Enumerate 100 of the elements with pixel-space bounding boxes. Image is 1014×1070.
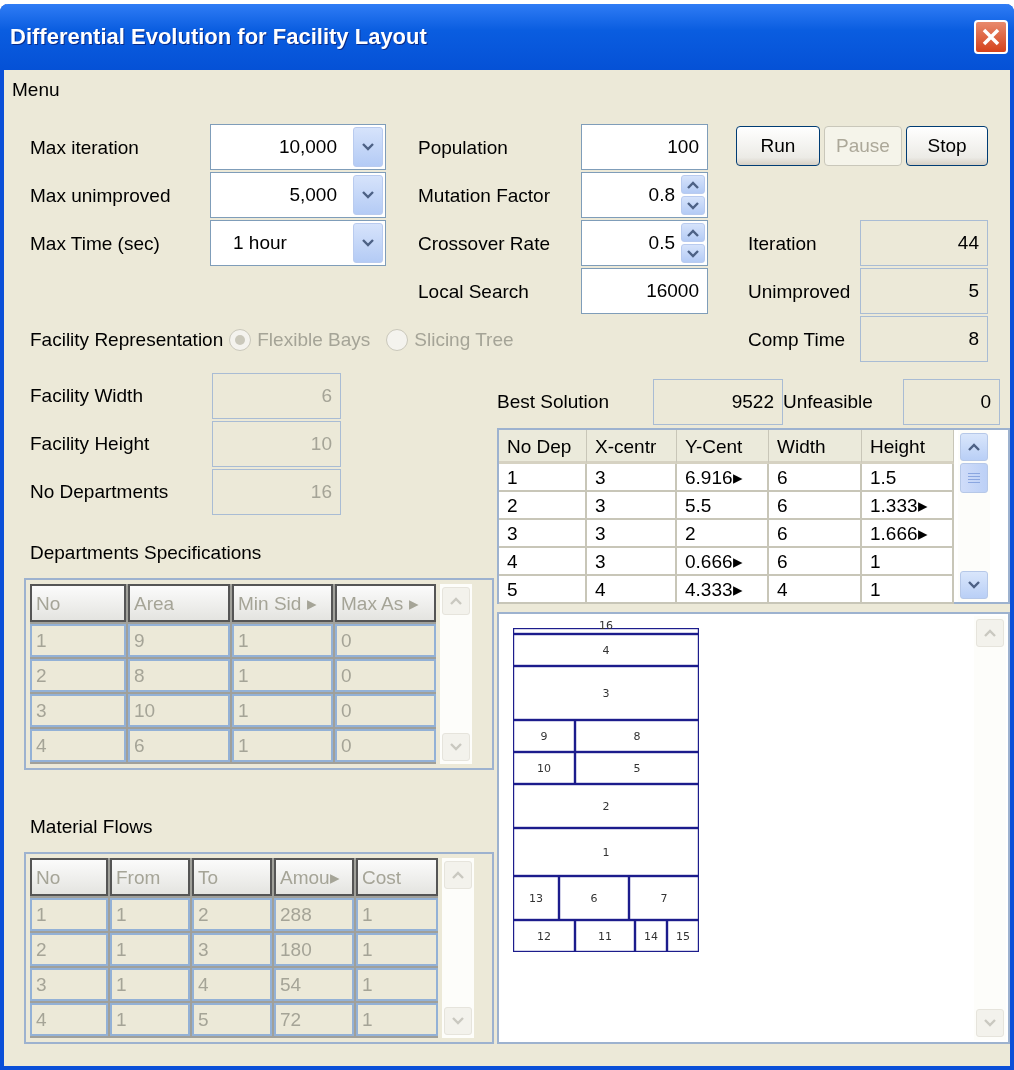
table-cell: 4.333▸ [677, 576, 769, 604]
table-cell: 180 [274, 933, 354, 966]
column-header[interactable]: Height [862, 430, 954, 464]
field-label: Facility Representation [29, 329, 224, 351]
input-field[interactable]: 16000 [581, 268, 708, 314]
table-cell: 1 [862, 548, 954, 576]
field-label: Iteration [747, 232, 818, 256]
table-cell: 1 [110, 1003, 190, 1036]
spin-up-button[interactable] [681, 223, 705, 242]
table-cell: 3 [587, 464, 677, 492]
table-cell: 5.5 [677, 492, 769, 520]
menu-item[interactable]: Menu [12, 79, 60, 101]
department-block: 15 [667, 920, 699, 952]
scrollbar[interactable] [958, 430, 990, 602]
readout-field: 8 [860, 316, 988, 362]
scroll-down-button[interactable] [960, 571, 988, 599]
field-label: Best Solution [497, 391, 610, 413]
table-cell: 3 [192, 933, 272, 966]
column-header[interactable]: Y-Cent [677, 430, 769, 464]
department-block: 4 [513, 634, 699, 666]
table-cell: 9 [128, 624, 230, 657]
arrow-down-icon [451, 1016, 465, 1026]
arrow-down-icon [967, 580, 981, 590]
field-label: Mutation Factor [417, 184, 551, 208]
department-block: 12 [513, 920, 575, 952]
table-cell: 4 [30, 729, 126, 762]
table-cell: 2 [499, 492, 587, 520]
spinner-field[interactable]: 0.8 [581, 172, 708, 218]
table-cell: 2 [677, 520, 769, 548]
department-block: 14 [635, 920, 667, 952]
action-button[interactable]: Run [736, 126, 820, 166]
field-label: Unimproved [747, 280, 852, 304]
department-block: 9 [513, 720, 575, 752]
table-cell: 1 [110, 968, 190, 1001]
arrow-down-icon [686, 200, 700, 211]
table-cell: 1 [30, 898, 108, 931]
table-cell: 6.916▸ [677, 464, 769, 492]
department-block: 8 [575, 720, 699, 752]
spin-down-button[interactable] [681, 196, 705, 215]
scroll-up-button[interactable] [960, 433, 988, 461]
dropdown[interactable]: 5,000 [210, 172, 386, 218]
table-cell: 3 [587, 520, 677, 548]
spin-up-button[interactable] [681, 175, 705, 194]
table-cell: 6 [128, 729, 230, 762]
table-cell: 6 [769, 464, 862, 492]
table-cell: 5 [192, 1003, 272, 1036]
arrow-up-icon [451, 870, 465, 880]
field-label: No Departments [29, 481, 170, 503]
department-block: 2 [513, 784, 699, 828]
table-cell: 1 [232, 694, 333, 727]
table-cell: 2 [30, 659, 126, 692]
field-label: Max unimproved [29, 184, 172, 208]
table-cell: 1 [356, 933, 438, 966]
table-cell: 6 [769, 492, 862, 520]
table-cell: 1 [232, 624, 333, 657]
arrow-down-icon [686, 248, 700, 259]
department-block: 11 [575, 920, 635, 952]
table-cell: 1 [356, 1003, 438, 1036]
arrow-up-icon [983, 628, 997, 638]
table-cell: 0 [335, 624, 436, 657]
arrow-down-icon [449, 742, 463, 752]
table-cell: 4 [587, 576, 677, 604]
field-label: Unfeasible [783, 391, 874, 413]
table-cell: 5 [499, 576, 587, 604]
table-cell: 1 [356, 968, 438, 1001]
spin-down-button[interactable] [681, 244, 705, 263]
caret-icon [361, 190, 375, 200]
arrow-down-icon [983, 1018, 997, 1028]
table-cell: 1 [862, 576, 954, 604]
department-block: 3 [513, 666, 699, 720]
close-button[interactable] [974, 20, 1008, 54]
column-header[interactable]: No Dep [499, 430, 587, 464]
department-block: 7 [629, 876, 699, 920]
dropdown[interactable]: 10,000 [210, 124, 386, 170]
table-cell: 4 [192, 968, 272, 1001]
field-label: Facility Width [29, 385, 144, 407]
table-cell: 1 [232, 659, 333, 692]
arrow-up-icon [967, 442, 981, 452]
readout-field: 0 [903, 379, 1000, 425]
table-cell: 0 [335, 659, 436, 692]
spinner-field[interactable]: 0.5 [581, 220, 708, 266]
table-cell: 3 [30, 968, 108, 1001]
scroll-thumb[interactable] [960, 463, 988, 493]
table-cell: 6 [769, 520, 862, 548]
table-cell: 1 [30, 624, 126, 657]
dropdown[interactable]: 1 hour [210, 220, 386, 266]
table-cell: 8 [128, 659, 230, 692]
department-block: 5 [575, 752, 699, 784]
table-cell: 3 [499, 520, 587, 548]
column-header[interactable]: X-centr [587, 430, 677, 464]
table-cell: 72 [274, 1003, 354, 1036]
table-cell: 0.666▸ [677, 548, 769, 576]
table-cell: 2 [30, 933, 108, 966]
action-button[interactable]: Stop [906, 126, 988, 166]
input-field[interactable]: 100 [581, 124, 708, 170]
table-cell: 1 [499, 464, 587, 492]
caret-icon [361, 238, 375, 248]
arrow-up-icon [686, 227, 700, 238]
column-header[interactable]: Width [769, 430, 862, 464]
department-block: 1 [513, 828, 699, 876]
